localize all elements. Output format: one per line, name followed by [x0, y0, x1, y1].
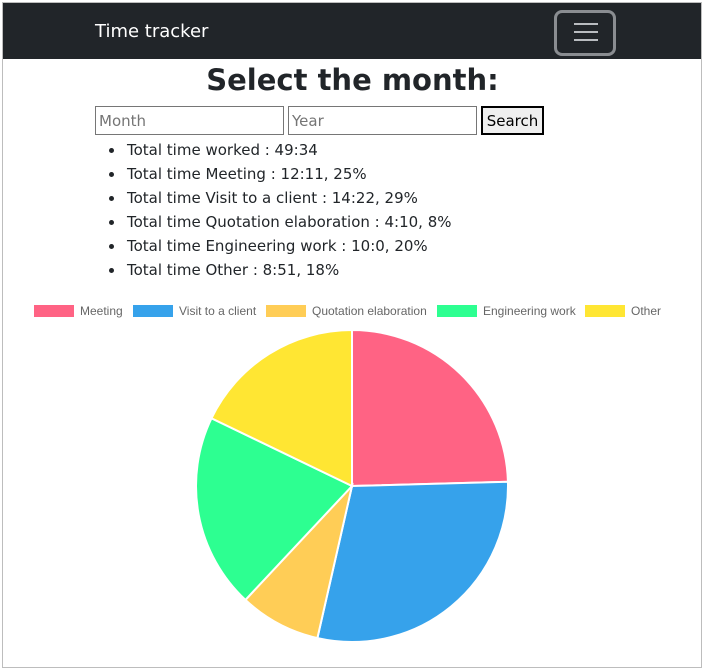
legend-item-engineering[interactable]: Engineering work: [437, 303, 576, 319]
legend-label: Meeting: [80, 304, 123, 318]
legend-item-visit[interactable]: Visit to a client: [133, 303, 256, 319]
search-button[interactable]: Search: [481, 106, 544, 135]
legend-item-other[interactable]: Other: [585, 303, 661, 319]
total-other-item: Total time Other : 8:51, 18%: [109, 258, 452, 282]
chart-legend: Meeting Visit to a client Quotation elab…: [0, 303, 705, 319]
legend-label: Engineering work: [483, 304, 576, 318]
legend-item-meeting[interactable]: Meeting: [34, 303, 123, 319]
total-meeting-item: Total time Meeting : 12:11, 25%: [109, 162, 452, 186]
legend-swatch: [266, 305, 306, 317]
navbar-brand[interactable]: Time tracker: [95, 21, 208, 43]
total-visit-item: Total time Visit to a client : 14:22, 29…: [109, 186, 452, 210]
total-quotation-item: Total time Quotation elaboration : 4:10,…: [109, 210, 452, 234]
legend-label: Quotation elaboration: [312, 304, 427, 318]
totals-list: Total time worked : 49:34 Total time Mee…: [109, 138, 452, 282]
month-input[interactable]: [95, 106, 284, 135]
legend-swatch: [34, 305, 74, 317]
pie-slices: [195, 328, 509, 643]
total-engineering-item: Total time Engineering work : 10:0, 20%: [109, 234, 452, 258]
total-worked-item: Total time worked : 49:34: [109, 138, 452, 162]
legend-swatch: [585, 305, 625, 317]
legend-label: Other: [631, 304, 662, 318]
legend-label: Visit to a client: [179, 304, 257, 318]
navbar: Time tracker: [3, 3, 701, 59]
legend-swatch: [133, 305, 173, 317]
legend-item-quotation[interactable]: Quotation elaboration: [266, 303, 427, 319]
navbar-toggler-button[interactable]: [554, 10, 616, 56]
legend-swatch: [437, 305, 477, 317]
year-input[interactable]: [288, 106, 477, 135]
page-title: Select the month:: [206, 63, 499, 97]
